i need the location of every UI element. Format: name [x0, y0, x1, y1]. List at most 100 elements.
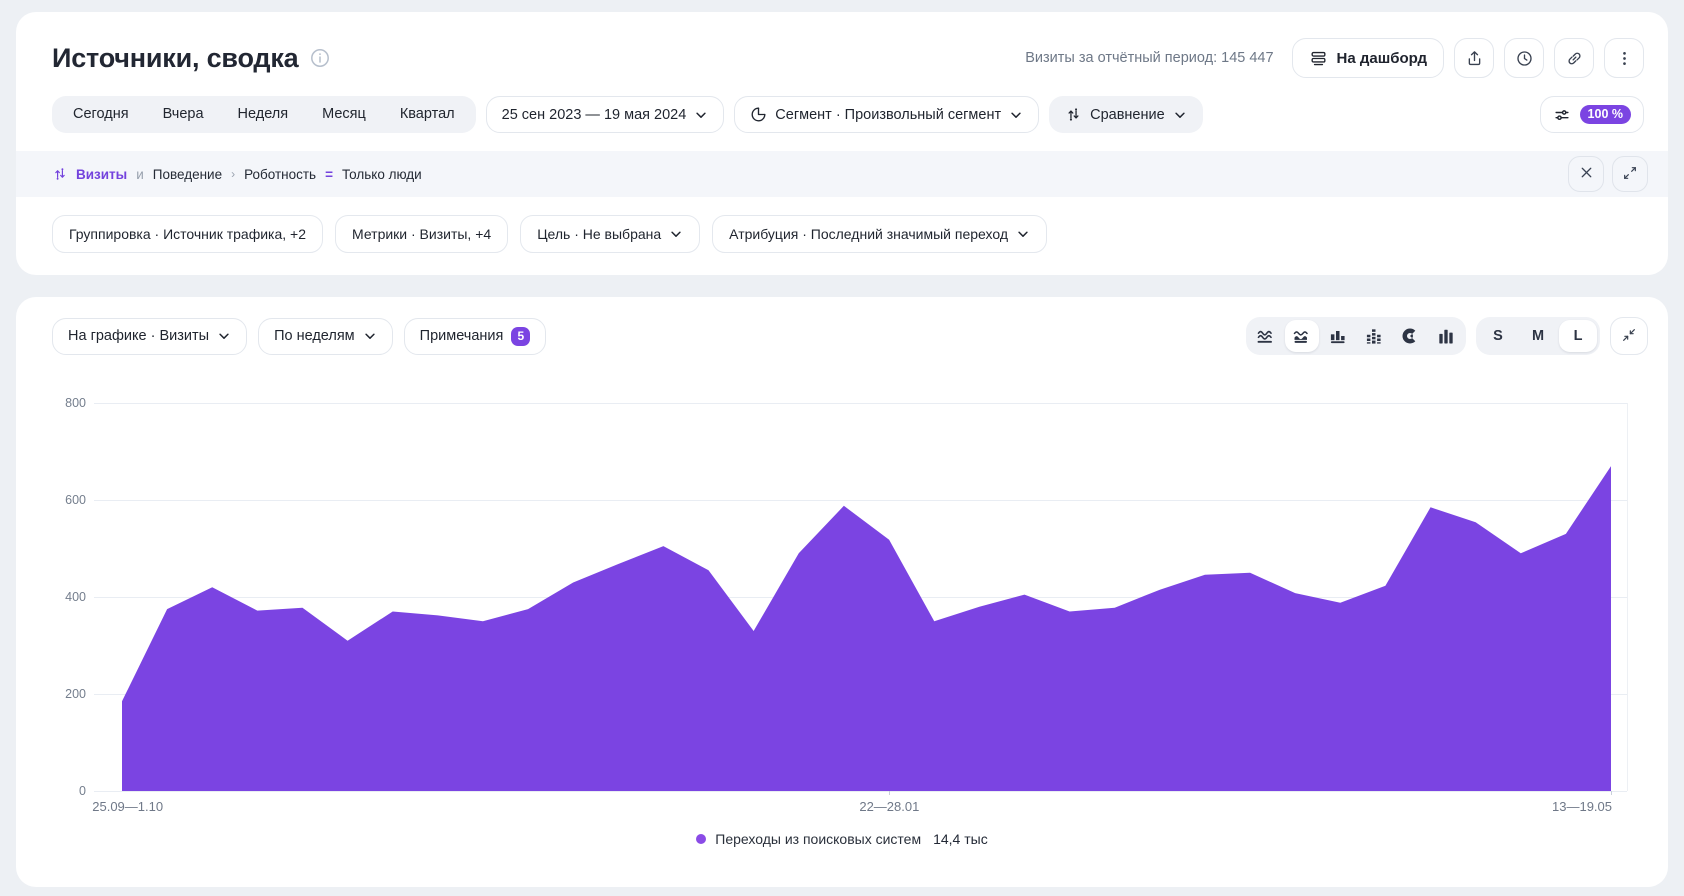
chevron-down-icon: [217, 329, 231, 343]
chart-type-group: [1246, 317, 1466, 355]
compare-icon: [1065, 106, 1082, 123]
chevron-down-icon: [1173, 108, 1187, 122]
more-menu-button[interactable]: [1604, 38, 1644, 78]
chevron-down-icon: [363, 329, 377, 343]
x-axis-tick: [1611, 791, 1612, 795]
chart-legend: Переходы из поисковых систем 14,4 тыс: [16, 831, 1668, 847]
filter-metric[interactable]: Визиты: [52, 166, 127, 183]
legend-dot: [696, 834, 706, 844]
chart-line-icon[interactable]: [1249, 320, 1283, 352]
notes-button[interactable]: Примечания 5: [404, 318, 547, 355]
close-icon: [1578, 164, 1595, 184]
dashboard-button[interactable]: На дашборд: [1292, 38, 1444, 78]
x-axis-label-start: 25.09—1.10: [92, 799, 163, 814]
pie-segment-icon: [750, 106, 767, 123]
dashboard-button-label: На дашборд: [1337, 50, 1427, 67]
chart-controls-row: На графике · Визиты По неделям Примечани…: [16, 317, 1668, 355]
attribution-chip-label: Атрибуция · Последний значимый переход: [729, 226, 1008, 242]
segment-value: Сегмент · Произвольный сегмент: [775, 107, 1001, 123]
on-chart-select[interactable]: На графике · Визиты: [52, 318, 247, 355]
area-series-svg: [122, 403, 1611, 791]
metrics-chip-label: Метрики · Визиты, +4: [352, 226, 491, 242]
size-option-l[interactable]: L: [1559, 320, 1597, 352]
area-series: [122, 466, 1611, 791]
settings-chips-row: Группировка · Источник трафика, +2 Метри…: [16, 197, 1668, 253]
date-range-value: 25 сен 2023 — 19 мая 2024: [502, 107, 687, 123]
y-axis-tick: 200: [48, 687, 86, 701]
sampling-badge: 100 %: [1580, 105, 1631, 124]
tab-yesterday[interactable]: Вчера: [146, 96, 221, 133]
share-button[interactable]: [1454, 38, 1494, 78]
goal-chip-label: Цель · Не выбрана: [537, 226, 661, 242]
sampling-button[interactable]: 100 %: [1540, 96, 1644, 133]
tab-today[interactable]: Сегодня: [56, 96, 146, 133]
visits-period-summary: Визиты за отчётный период: 145 447: [1025, 50, 1273, 66]
chevron-down-icon: [1009, 108, 1023, 122]
chart-collapse-button[interactable]: [1610, 317, 1648, 355]
page-title: Источники, сводка: [52, 43, 298, 74]
x-axis-label-middle: 22—28.01: [859, 799, 919, 814]
attribution-chip[interactable]: Атрибуция · Последний значимый переход: [712, 215, 1047, 253]
tab-week[interactable]: Неделя: [221, 96, 306, 133]
x-axis-tick: [889, 791, 890, 795]
compare-value: Сравнение: [1090, 107, 1165, 123]
notes-label: Примечания: [420, 328, 504, 344]
history-button[interactable]: [1504, 38, 1544, 78]
filter-dimension[interactable]: Поведение: [153, 167, 222, 182]
tab-quarter[interactable]: Квартал: [383, 96, 472, 133]
date-range-select[interactable]: 25 сен 2023 — 19 мая 2024: [486, 96, 725, 133]
y-axis-tick: 600: [48, 493, 86, 507]
filter-metric-label: Визиты: [76, 167, 127, 182]
filter-subdimension[interactable]: Роботность: [244, 167, 316, 182]
chevron-down-icon: [669, 227, 683, 241]
segment-filter-band: Визиты и Поведение › Роботность = Только…: [16, 151, 1668, 197]
x-axis-label-end: 13—19.05: [1552, 799, 1612, 814]
legend-series-value: 14,4 тыс: [933, 831, 988, 847]
size-option-m[interactable]: M: [1519, 320, 1557, 352]
notes-count-badge: 5: [511, 327, 530, 346]
chart-columns-icon[interactable]: [1429, 320, 1463, 352]
y-axis-tick: 0: [48, 784, 86, 798]
metrics-chip[interactable]: Метрики · Визиты, +4: [335, 215, 508, 253]
chart-area-icon[interactable]: [1285, 320, 1319, 352]
chart-size-group: S M L: [1476, 317, 1600, 355]
period-row: Сегодня Вчера Неделя Месяц Квартал 25 се…: [16, 78, 1668, 133]
grouping-chip-label: Группировка · Источник трафика, +2: [69, 226, 306, 242]
filter-conjunction: и: [136, 167, 144, 182]
granularity-select[interactable]: По неделям: [258, 318, 393, 355]
period-tabs-group: Сегодня Вчера Неделя Месяц Квартал: [52, 96, 476, 133]
segment-select[interactable]: Сегмент · Произвольный сегмент: [734, 96, 1039, 133]
breadcrumb-separator: ›: [231, 167, 235, 181]
header-row: Источники, сводка Визиты за отчётный пер…: [16, 12, 1668, 78]
info-icon[interactable]: [310, 48, 330, 68]
sliders-icon: [1553, 106, 1570, 123]
legend-series-label[interactable]: Переходы из поисковых систем: [715, 831, 921, 847]
filter-expand-button[interactable]: [1612, 156, 1648, 192]
filter-operator: =: [325, 167, 333, 182]
chevron-down-icon: [694, 108, 708, 122]
y-axis-tick: 800: [48, 396, 86, 410]
clock-icon: [1515, 49, 1534, 68]
chart-plot-area[interactable]: 800 600 400 200 0: [94, 403, 1628, 791]
copy-link-button[interactable]: [1554, 38, 1594, 78]
chart-card: На графике · Визиты По неделям Примечани…: [16, 297, 1668, 887]
size-option-s[interactable]: S: [1479, 320, 1517, 352]
expand-icon: [1622, 165, 1638, 184]
chart-bars-icon[interactable]: [1321, 320, 1355, 352]
goal-chip[interactable]: Цель · Не выбрана: [520, 215, 700, 253]
summary-card: Источники, сводка Визиты за отчётный пер…: [16, 12, 1668, 275]
y-axis-tick: 400: [48, 590, 86, 604]
filter-value[interactable]: Только люди: [342, 167, 422, 182]
grouping-chip[interactable]: Группировка · Источник трафика, +2: [52, 215, 323, 253]
compare-select[interactable]: Сравнение: [1049, 96, 1203, 133]
granularity-value: По неделям: [274, 328, 355, 344]
share-icon: [1465, 49, 1484, 68]
chart-stacked-icon[interactable]: [1357, 320, 1391, 352]
kebab-menu-icon: [1615, 49, 1634, 68]
collapse-icon: [1621, 327, 1637, 346]
metric-icon: [52, 166, 69, 183]
tab-month[interactable]: Месяц: [305, 96, 383, 133]
dashboard-icon: [1309, 49, 1328, 68]
chart-doughnut-icon[interactable]: [1393, 320, 1427, 352]
filter-close-button[interactable]: [1568, 156, 1604, 192]
